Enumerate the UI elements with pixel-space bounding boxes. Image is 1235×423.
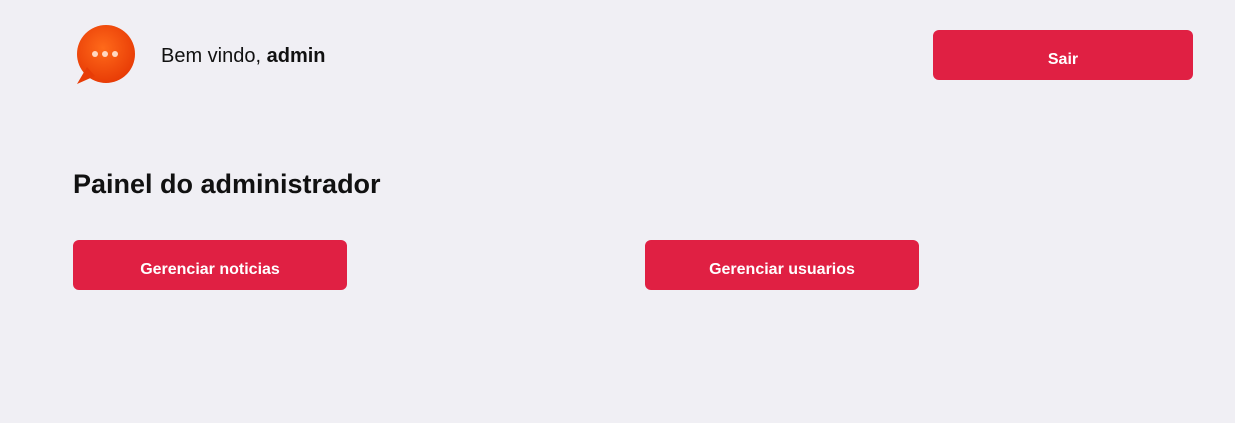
- logout-button[interactable]: Sair: [933, 30, 1193, 80]
- username: admin: [266, 45, 326, 67]
- greeting-prefix: Bem vindo,: [161, 45, 267, 67]
- chat-bubble-icon: [77, 25, 135, 84]
- page-title: Painel do administrador: [73, 169, 381, 199]
- welcome-message: Bem vindo, admin: [161, 44, 326, 68]
- manage-news-button[interactable]: Gerenciar noticias: [73, 240, 347, 290]
- manage-users-button[interactable]: Gerenciar usuarios: [645, 240, 919, 290]
